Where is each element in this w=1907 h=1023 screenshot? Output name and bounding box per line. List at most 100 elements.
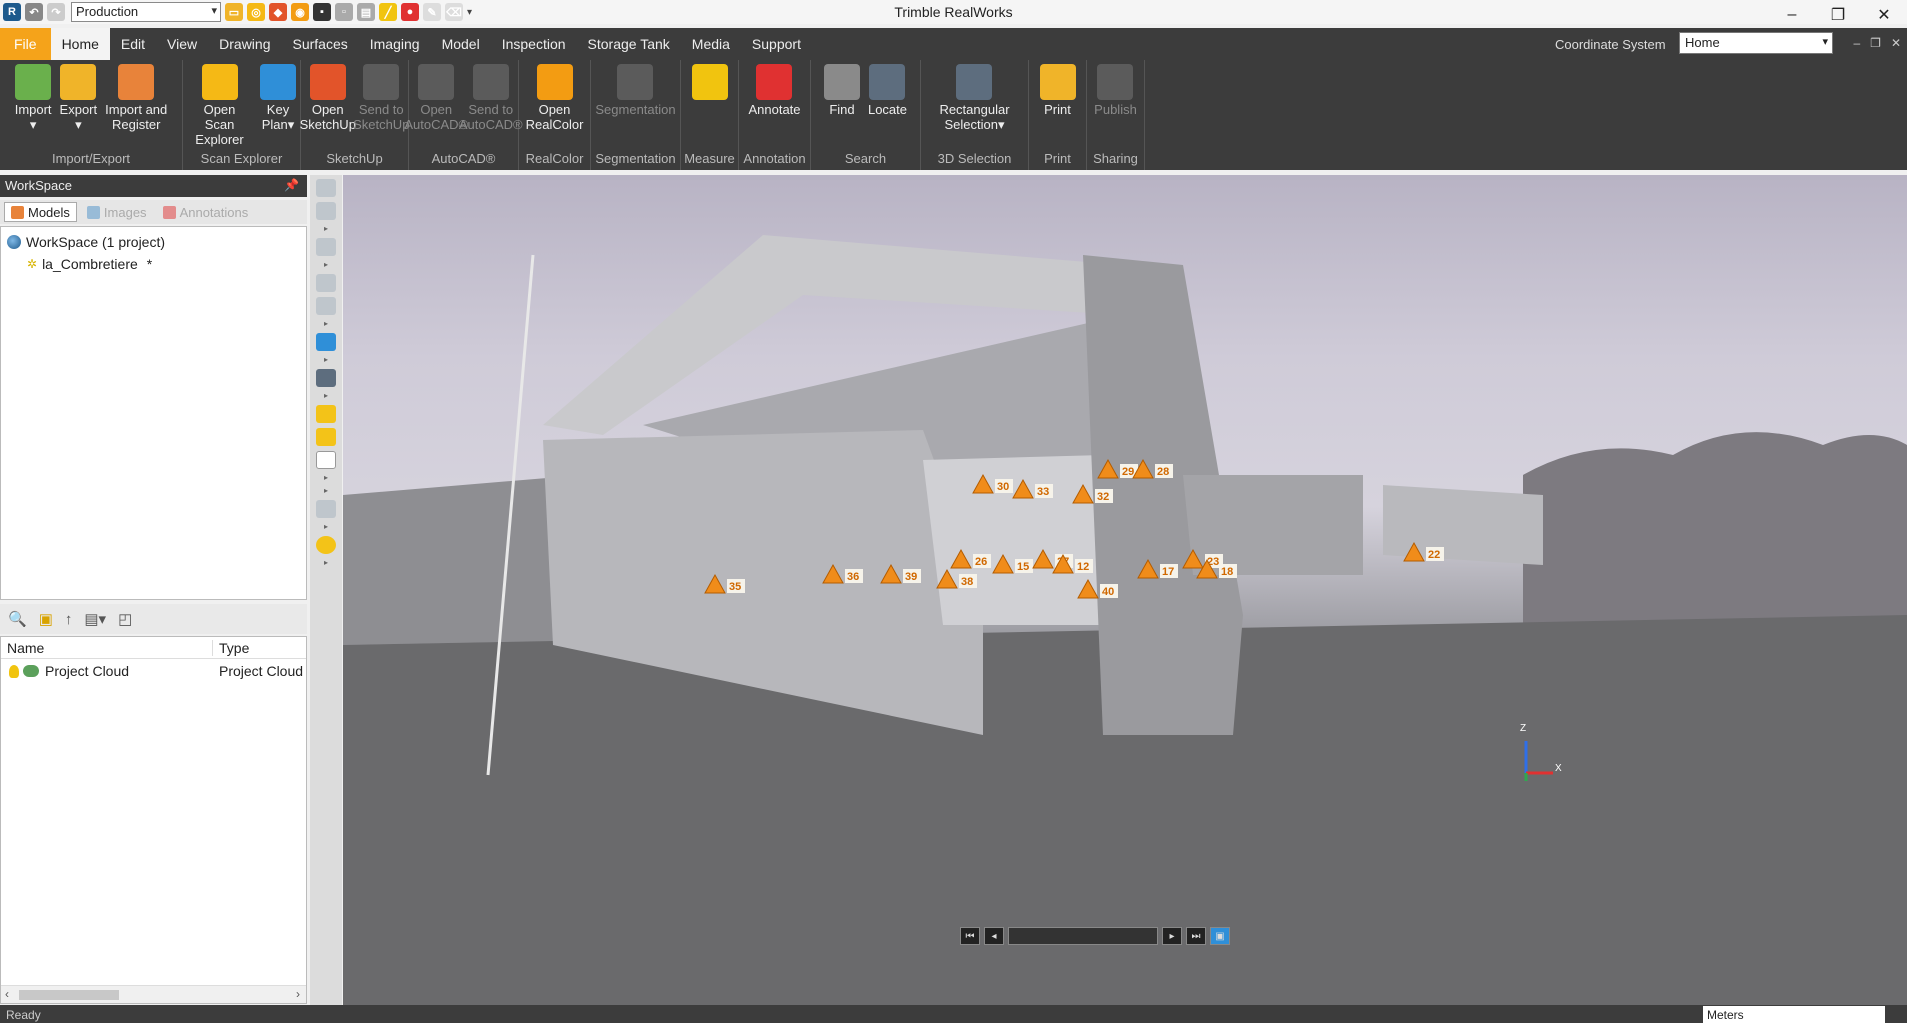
open-folder-icon[interactable]: ▭ (225, 3, 243, 21)
publish-button[interactable]: Publish (1090, 64, 1141, 148)
customize-quick-access-icon[interactable]: ▾ (467, 7, 472, 18)
tab-models[interactable]: Models (4, 202, 77, 222)
expand-arrow-icon[interactable]: ▸ (324, 261, 328, 269)
measure-quick-icon[interactable]: ╱ (379, 3, 397, 21)
tab-surfaces[interactable]: Surfaces (282, 28, 359, 60)
tab-drawing[interactable]: Drawing (208, 28, 281, 60)
mdi-restore-icon[interactable]: ❐ (1870, 36, 1881, 50)
previous-frame-button[interactable]: ◂ (984, 927, 1004, 945)
tab-model[interactable]: Model (431, 28, 491, 60)
send-autocad-button[interactable]: Send to AutoCAD® (459, 64, 523, 148)
expand-arrow-icon[interactable]: ▸ (324, 523, 328, 531)
rect-selection-button[interactable]: Rectangular Selection▾ (935, 64, 1013, 148)
save-icon[interactable]: ▪ (313, 3, 331, 21)
visibility-bulb-icon[interactable] (9, 664, 19, 678)
export-button[interactable]: Export ▾ (56, 64, 102, 148)
tab-file[interactable]: File (0, 28, 51, 60)
white-square-icon[interactable] (316, 451, 336, 469)
annotate-quick-icon[interactable]: ● (401, 3, 419, 21)
tree-root[interactable]: WorkSpace (1 project) (7, 231, 300, 253)
column-name[interactable]: Name (1, 639, 213, 656)
tab-storage-tank[interactable]: Storage Tank (577, 28, 681, 60)
pan-icon[interactable] (316, 274, 336, 292)
close-button[interactable]: ✕ (1861, 0, 1907, 30)
send-sketchup-button[interactable]: Send to SketchUp (353, 64, 409, 148)
annotate-button[interactable]: Annotate (744, 64, 804, 148)
first-frame-button[interactable]: ⏮ (960, 927, 980, 945)
locate-button[interactable]: Locate (864, 64, 911, 148)
zoom-icon[interactable]: 🔍 (8, 610, 27, 628)
station-marker-icon[interactable] (316, 428, 336, 446)
walk-icon[interactable] (316, 202, 336, 220)
sketchup-button[interactable]: Open SketchUp (300, 64, 356, 148)
tab-view[interactable]: View (156, 28, 208, 60)
expand-arrow-icon[interactable]: ▸ (324, 356, 328, 364)
folder-icon[interactable]: ▣ (39, 610, 53, 628)
segmentation-button[interactable]: Segmentation (591, 64, 679, 148)
zoom-extents-icon[interactable] (316, 297, 336, 315)
redo-icon[interactable]: ↷ (47, 3, 65, 21)
app-logo-icon[interactable]: R (3, 3, 21, 21)
view-options-icon[interactable]: ▤▾ (84, 610, 106, 628)
expand-arrow-icon[interactable]: ▸ (324, 487, 328, 495)
pin-icon[interactable]: 📌 (284, 178, 299, 192)
tab-images[interactable]: Images (81, 202, 153, 222)
import-register-button[interactable]: Import and Register (101, 64, 171, 148)
print-quick-icon[interactable]: ▤ (357, 3, 375, 21)
expand-arrow-icon[interactable]: ▸ (324, 559, 328, 567)
horizontal-scrollbar[interactable]: ‹ › (1, 985, 306, 1003)
column-type[interactable]: Type (213, 640, 306, 656)
scroll-right-icon[interactable]: › (296, 987, 300, 1001)
cube-view-icon[interactable] (316, 333, 336, 351)
light-icon[interactable] (316, 536, 336, 554)
warning-marker-icon[interactable] (316, 405, 336, 423)
tab-imaging[interactable]: Imaging (359, 28, 431, 60)
layout-icon[interactable]: ◰ (118, 610, 132, 628)
expand-arrow-icon[interactable]: ▸ (324, 320, 328, 328)
save-as-icon[interactable]: ▫ (335, 3, 353, 21)
tab-support[interactable]: Support (741, 28, 812, 60)
import-button[interactable]: Import ▾ (11, 64, 56, 148)
minimize-button[interactable]: – (1769, 0, 1815, 30)
autocad-button[interactable]: Open AutoCAD® (404, 64, 468, 148)
key-plan-button[interactable]: Key Plan▾ (256, 64, 300, 148)
3d-viewport[interactable]: 303332292835363938261527124017231822 Z X (343, 175, 1907, 1005)
sketchup-quick-icon[interactable]: ◆ (269, 3, 287, 21)
orbit-icon[interactable] (316, 179, 336, 197)
find-button[interactable]: Find (820, 64, 864, 148)
capture-icon[interactable]: ▣ (1210, 927, 1230, 945)
scroll-left-icon[interactable]: ‹ (5, 987, 9, 1001)
scan-icon[interactable]: ◎ (247, 3, 265, 21)
project-selector[interactable]: Production (71, 2, 221, 22)
up-arrow-icon[interactable]: ↑ (65, 611, 73, 628)
undo-icon[interactable]: ↶ (25, 3, 43, 21)
table-row[interactable]: Project Cloud Project Cloud (1, 659, 306, 683)
ruler-button[interactable] (688, 64, 732, 148)
tab-inspection[interactable]: Inspection (491, 28, 577, 60)
tab-home[interactable]: Home (50, 28, 110, 60)
scan-explorer-button[interactable]: Open Scan Explorer (183, 64, 256, 148)
cloud-tool-icon[interactable] (316, 500, 336, 518)
projection-icon[interactable] (316, 238, 336, 256)
play-button[interactable]: ▸ (1162, 927, 1182, 945)
mdi-close-icon[interactable]: ✕ (1891, 36, 1901, 50)
eraser-quick-icon[interactable]: ⌫ (445, 3, 463, 21)
tab-media[interactable]: Media (681, 28, 741, 60)
expand-arrow-icon[interactable]: ▸ (324, 225, 328, 233)
scroll-thumb[interactable] (19, 990, 119, 1000)
print-button[interactable]: Print (1036, 64, 1080, 148)
render-mode-icon[interactable] (316, 369, 336, 387)
last-frame-button[interactable]: ⏭ (1186, 927, 1206, 945)
units-field[interactable]: Meters (1703, 1006, 1885, 1023)
tab-annotations[interactable]: Annotations (157, 202, 255, 222)
realcolor-quick-icon[interactable]: ◉ (291, 3, 309, 21)
mdi-minimize-icon[interactable]: – (1853, 36, 1860, 50)
edit-quick-icon[interactable]: ✎ (423, 3, 441, 21)
expand-arrow-icon[interactable]: ▸ (324, 474, 328, 482)
frame-slider[interactable] (1008, 927, 1158, 945)
tree-project[interactable]: ✲ la_Combretiere * (7, 253, 300, 275)
restore-button[interactable]: ❐ (1815, 0, 1861, 30)
realcolor-button[interactable]: Open RealColor (522, 64, 588, 148)
expand-arrow-icon[interactable]: ▸ (324, 392, 328, 400)
coordinate-system-select[interactable]: Home (1679, 32, 1833, 54)
